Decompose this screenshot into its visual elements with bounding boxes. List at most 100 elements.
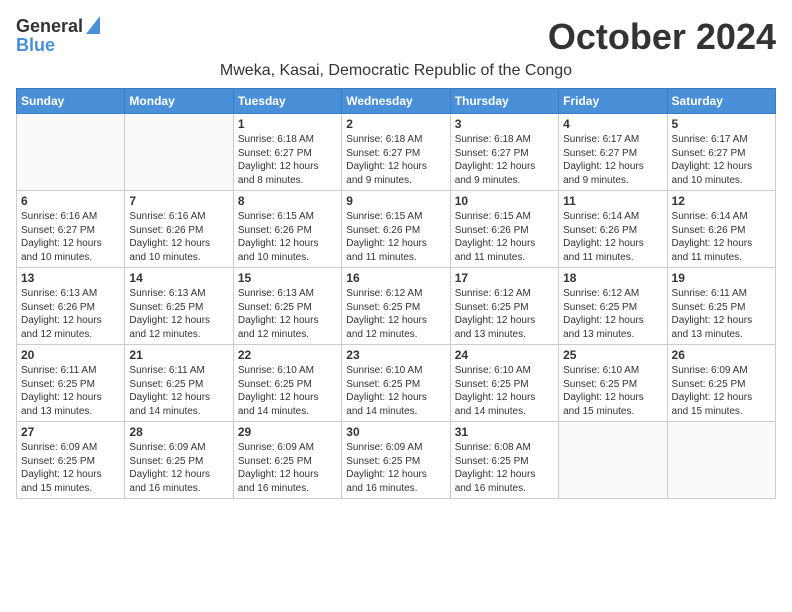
day-number: 15 [238,271,337,285]
calendar-cell: 1Sunrise: 6:18 AMSunset: 6:27 PMDaylight… [233,114,341,191]
calendar-cell: 30 Sunrise: 6:09 AMSunset: 6:25 PMDayligh… [342,422,450,499]
day-info: Sunrise: 6:17 AMSunset: 6:27 PMDaylight:… [563,133,662,187]
day-number: 17 [455,271,554,285]
calendar-cell: 9 Sunrise: 6:15 AMSunset: 6:26 PMDaylight… [342,191,450,268]
weekday-header-monday: Monday [125,89,233,114]
calendar-cell: 21 Sunrise: 6:11 AMSunset: 6:25 PMDayligh… [125,345,233,422]
month-title: October 2024 [548,16,776,58]
logo-general: General [16,17,83,35]
day-number: 6 [21,194,120,208]
location-title: Mweka, Kasai, Democratic Republic of the… [16,62,776,80]
calendar-cell: 20 Sunrise: 6:11 AMSunset: 6:25 PMDayligh… [17,345,125,422]
calendar-cell: 15 Sunrise: 6:13 AMSunset: 6:25 PMDayligh… [233,268,341,345]
calendar-body: 1Sunrise: 6:18 AMSunset: 6:27 PMDaylight… [17,114,776,499]
day-number: 2 [346,117,445,131]
day-info: Sunrise: 6:09 AMSunset: 6:25 PMDaylight:… [21,441,120,495]
day-info: Sunrise: 6:12 AMSunset: 6:25 PMDaylight:… [455,287,554,341]
day-number: 24 [455,348,554,362]
calendar-table: SundayMondayTuesdayWednesdayThursdayFrid… [16,88,776,499]
calendar-week-5: 27 Sunrise: 6:09 AMSunset: 6:25 PMDayligh… [17,422,776,499]
day-info: Sunrise: 6:13 AMSunset: 6:25 PMDaylight:… [238,287,337,341]
weekday-header-friday: Friday [559,89,667,114]
calendar-cell [559,422,667,499]
calendar-header-row: SundayMondayTuesdayWednesdayThursdayFrid… [17,89,776,114]
calendar-cell: 29Sunrise: 6:09 AMSunset: 6:25 PMDayligh… [233,422,341,499]
day-info: Sunrise: 6:13 AMSunset: 6:26 PMDaylight:… [21,287,120,341]
day-info: Sunrise: 6:10 AMSunset: 6:25 PMDaylight:… [238,364,337,418]
day-number: 20 [21,348,120,362]
day-info: Sunrise: 6:15 AMSunset: 6:26 PMDaylight:… [346,210,445,264]
day-number: 16 [346,271,445,285]
day-info: Sunrise: 6:12 AMSunset: 6:25 PMDaylight:… [563,287,662,341]
calendar-week-4: 20 Sunrise: 6:11 AMSunset: 6:25 PMDayligh… [17,345,776,422]
day-info: Sunrise: 6:13 AMSunset: 6:25 PMDaylight:… [129,287,228,341]
day-info: Sunrise: 6:14 AMSunset: 6:26 PMDaylight:… [563,210,662,264]
day-number: 21 [129,348,228,362]
day-number: 8 [238,194,337,208]
logo: General Blue [16,16,100,54]
calendar-cell: 19 Sunrise: 6:11 AMSunset: 6:25 PMDayligh… [667,268,775,345]
day-number: 26 [672,348,771,362]
day-info: Sunrise: 6:11 AMSunset: 6:25 PMDaylight:… [21,364,120,418]
day-info: Sunrise: 6:15 AMSunset: 6:26 PMDaylight:… [455,210,554,264]
day-number: 3 [455,117,554,131]
day-info: Sunrise: 6:16 AMSunset: 6:27 PMDaylight:… [21,210,120,264]
day-number: 27 [21,425,120,439]
calendar-cell: 5 Sunrise: 6:17 AMSunset: 6:27 PMDaylight… [667,114,775,191]
day-number: 11 [563,194,662,208]
calendar-cell [125,114,233,191]
day-number: 7 [129,194,228,208]
day-info: Sunrise: 6:10 AMSunset: 6:25 PMDaylight:… [563,364,662,418]
day-info: Sunrise: 6:18 AMSunset: 6:27 PMDaylight:… [238,133,337,187]
calendar-cell: 12Sunrise: 6:14 AMSunset: 6:26 PMDayligh… [667,191,775,268]
calendar-cell: 6 Sunrise: 6:16 AMSunset: 6:27 PMDaylight… [17,191,125,268]
calendar-cell: 28Sunrise: 6:09 AMSunset: 6:25 PMDayligh… [125,422,233,499]
day-info: Sunrise: 6:11 AMSunset: 6:25 PMDaylight:… [672,287,771,341]
day-number: 25 [563,348,662,362]
calendar-cell: 10Sunrise: 6:15 AMSunset: 6:26 PMDayligh… [450,191,558,268]
day-info: Sunrise: 6:10 AMSunset: 6:25 PMDaylight:… [455,364,554,418]
calendar-cell: 24 Sunrise: 6:10 AMSunset: 6:25 PMDayligh… [450,345,558,422]
calendar-cell [17,114,125,191]
calendar-cell: 27 Sunrise: 6:09 AMSunset: 6:25 PMDayligh… [17,422,125,499]
weekday-header-saturday: Saturday [667,89,775,114]
day-number: 9 [346,194,445,208]
day-info: Sunrise: 6:14 AMSunset: 6:26 PMDaylight:… [672,210,771,264]
calendar-week-3: 13 Sunrise: 6:13 AMSunset: 6:26 PMDayligh… [17,268,776,345]
logo-triangle-icon [86,16,100,38]
calendar-cell: 17 Sunrise: 6:12 AMSunset: 6:25 PMDayligh… [450,268,558,345]
day-number: 23 [346,348,445,362]
calendar-cell: 14 Sunrise: 6:13 AMSunset: 6:25 PMDayligh… [125,268,233,345]
day-info: Sunrise: 6:12 AMSunset: 6:25 PMDaylight:… [346,287,445,341]
day-number: 31 [455,425,554,439]
calendar-cell: 3Sunrise: 6:18 AMSunset: 6:27 PMDaylight… [450,114,558,191]
day-info: Sunrise: 6:16 AMSunset: 6:26 PMDaylight:… [129,210,228,264]
calendar-cell: 8Sunrise: 6:15 AMSunset: 6:26 PMDaylight… [233,191,341,268]
day-number: 13 [21,271,120,285]
logo-blue: Blue [16,36,100,54]
calendar-week-1: 1Sunrise: 6:18 AMSunset: 6:27 PMDaylight… [17,114,776,191]
day-number: 14 [129,271,228,285]
day-number: 18 [563,271,662,285]
day-number: 30 [346,425,445,439]
calendar-cell: 22 Sunrise: 6:10 AMSunset: 6:25 PMDayligh… [233,345,341,422]
calendar-cell: 16 Sunrise: 6:12 AMSunset: 6:25 PMDayligh… [342,268,450,345]
day-info: Sunrise: 6:09 AMSunset: 6:25 PMDaylight:… [672,364,771,418]
day-number: 22 [238,348,337,362]
day-info: Sunrise: 6:18 AMSunset: 6:27 PMDaylight:… [346,133,445,187]
calendar-cell: 2 Sunrise: 6:18 AMSunset: 6:27 PMDaylight… [342,114,450,191]
weekday-header-thursday: Thursday [450,89,558,114]
day-info: Sunrise: 6:17 AMSunset: 6:27 PMDaylight:… [672,133,771,187]
calendar-cell: 13 Sunrise: 6:13 AMSunset: 6:26 PMDayligh… [17,268,125,345]
day-number: 4 [563,117,662,131]
calendar-cell: 31 Sunrise: 6:08 AMSunset: 6:25 PMDayligh… [450,422,558,499]
day-info: Sunrise: 6:08 AMSunset: 6:25 PMDaylight:… [455,441,554,495]
calendar-cell: 26 Sunrise: 6:09 AMSunset: 6:25 PMDayligh… [667,345,775,422]
calendar-cell: 7 Sunrise: 6:16 AMSunset: 6:26 PMDaylight… [125,191,233,268]
day-number: 5 [672,117,771,131]
day-info: Sunrise: 6:09 AMSunset: 6:25 PMDaylight:… [129,441,228,495]
day-info: Sunrise: 6:09 AMSunset: 6:25 PMDaylight:… [346,441,445,495]
day-number: 19 [672,271,771,285]
day-info: Sunrise: 6:11 AMSunset: 6:25 PMDaylight:… [129,364,228,418]
calendar-cell: 11 Sunrise: 6:14 AMSunset: 6:26 PMDayligh… [559,191,667,268]
